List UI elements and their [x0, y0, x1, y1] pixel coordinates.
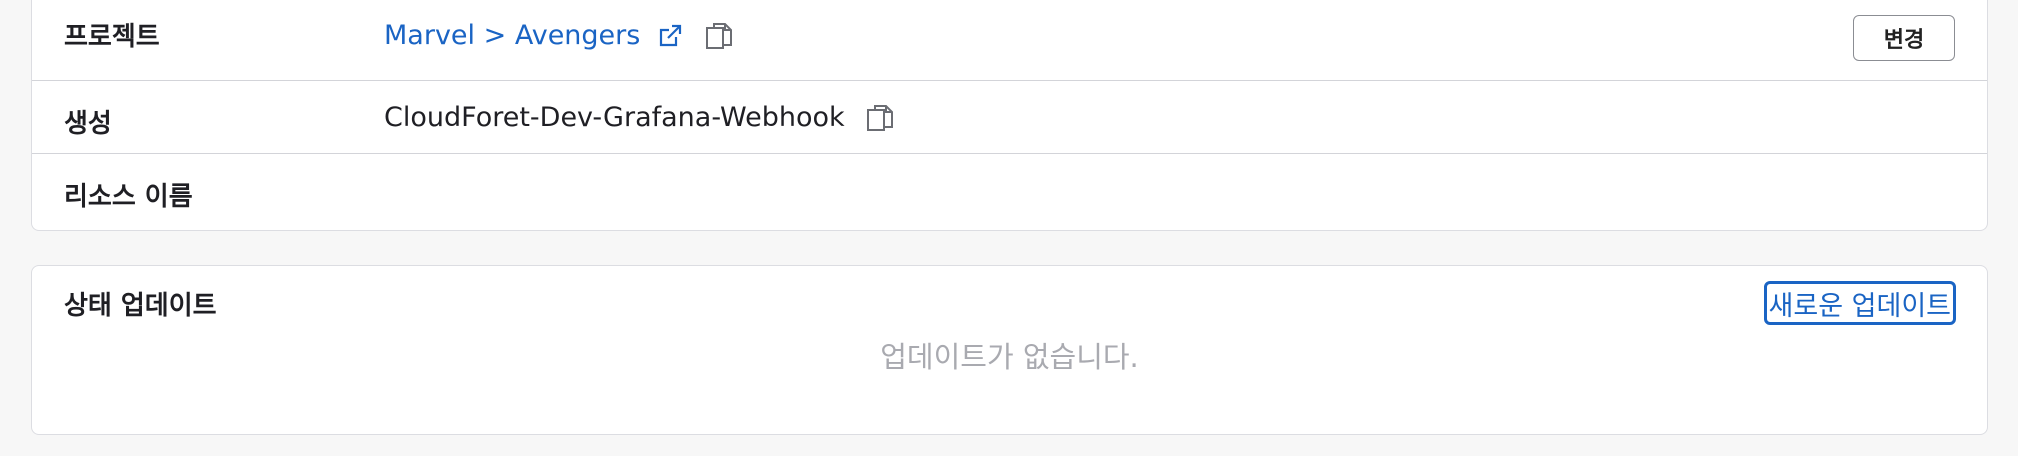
alert-details-card: 프로젝트 Marvel > Avengers 변경 생성 CloudForet-…	[31, 0, 1988, 231]
empty-state-text: 업데이트가 없습니다.	[880, 340, 1139, 374]
project-row: 프로젝트 Marvel > Avengers 변경	[32, 0, 1987, 81]
resource-name-row: 리소스 이름	[32, 154, 1987, 229]
project-value: Marvel > Avengers	[384, 20, 734, 51]
copy-icon[interactable]	[704, 21, 734, 51]
created-by-value: CloudForet-Dev-Grafana-Webhook	[384, 102, 895, 133]
project-label: 프로젝트	[64, 22, 160, 52]
created-by-text: CloudForet-Dev-Grafana-Webhook	[384, 102, 845, 133]
copy-icon[interactable]	[865, 103, 895, 133]
new-update-button[interactable]: 새로운 업데이트	[1763, 281, 1956, 325]
external-link-icon[interactable]	[656, 22, 684, 50]
created-by-label: 생성	[64, 109, 112, 139]
change-project-button[interactable]: 변경	[1853, 15, 1955, 61]
resource-name-label: 리소스 이름	[64, 182, 193, 212]
created-by-row: 생성 CloudForet-Dev-Grafana-Webhook	[32, 81, 1987, 154]
project-link[interactable]: Marvel > Avengers	[384, 20, 640, 51]
status-update-card: 상태 업데이트 새로운 업데이트 업데이트가 없습니다.	[31, 265, 1988, 435]
status-update-title: 상태 업데이트	[64, 291, 217, 321]
